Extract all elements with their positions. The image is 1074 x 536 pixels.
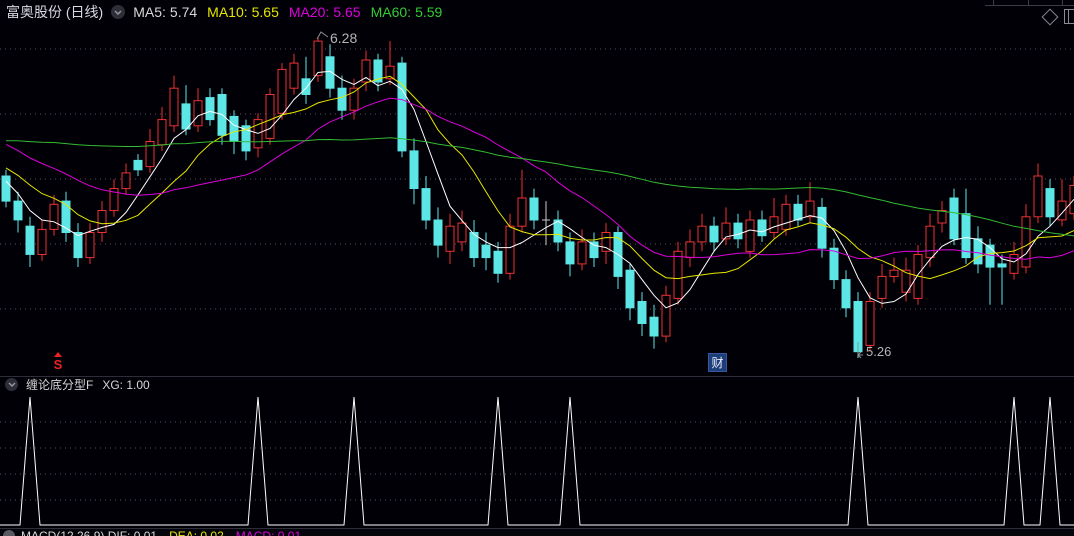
main-candlestick-chart[interactable] [0, 24, 1074, 376]
indicator-xg-label: XG: [102, 377, 124, 392]
clipped-text-segment: MACD: 0.01 [235, 529, 302, 536]
main-chart-header: 富奥股份 (日线) MA5: 5.74 MA10: 5.65 MA20: 5.65 M… [0, 0, 1074, 24]
ma5-legend: MA5: 5.74 [133, 4, 198, 20]
ma60-value: 5.59 [415, 4, 443, 20]
news-marker[interactable]: 财 [708, 353, 727, 372]
ma10-value: 5.65 [251, 4, 279, 20]
ma20-value: 5.65 [333, 4, 361, 20]
ma20-legend: MA20: 5.65 [288, 4, 361, 20]
clipped-text-segment: MACD(12,26,9) DIF: 0.01 [21, 529, 158, 536]
next-panel-header-clipped: MACD(12,26,9) DIF: 0.01 DEA: 0.02 MACD: … [0, 529, 1074, 536]
top-frame-tick [1062, 0, 1063, 5]
top-frame-line [985, 5, 1074, 6]
ma60-legend: MA60: 5.59 [370, 4, 443, 20]
collapse-panel-icon[interactable] [111, 5, 126, 19]
collapse-indicator-icon[interactable] [5, 378, 18, 391]
ma10-legend: MA10: 5.65 [207, 4, 279, 20]
restore-window-icon[interactable] [1064, 9, 1074, 24]
collapse-next-panel-icon[interactable] [3, 530, 15, 536]
stock-title: 富奥股份 (日线) [6, 4, 104, 20]
ma10-line [5, 75, 1074, 280]
ma60-line [6, 137, 1074, 237]
clipped-text-segment: DEA: 0.02 [169, 529, 224, 536]
indicator-gridlines [0, 421, 1074, 501]
top-frame-tick [993, 0, 994, 5]
indicator-name: 缠论底分型F [26, 378, 94, 392]
top-frame-tick [1028, 0, 1029, 5]
sell-signal-marker: S [51, 352, 65, 371]
indicator-header: 缠论底分型F XG: 1.00 [0, 377, 1074, 392]
low-price-label: 5.26 [866, 344, 892, 359]
high-price-label: 6.28 [330, 30, 358, 46]
stock-app-window: 富奥股份 (日线) MA5: 5.74 MA10: 5.65 MA20: 5.65 M… [0, 0, 1074, 536]
ma5-value: 5.74 [169, 4, 198, 20]
signal-line [0, 396, 1074, 526]
high-callout [316, 31, 329, 40]
main-gridlines [0, 48, 1074, 310]
indicator-signal-chart[interactable] [0, 392, 1074, 528]
candles [1, 38, 1074, 358]
indicator-xg-value: 1.00 [126, 377, 150, 392]
